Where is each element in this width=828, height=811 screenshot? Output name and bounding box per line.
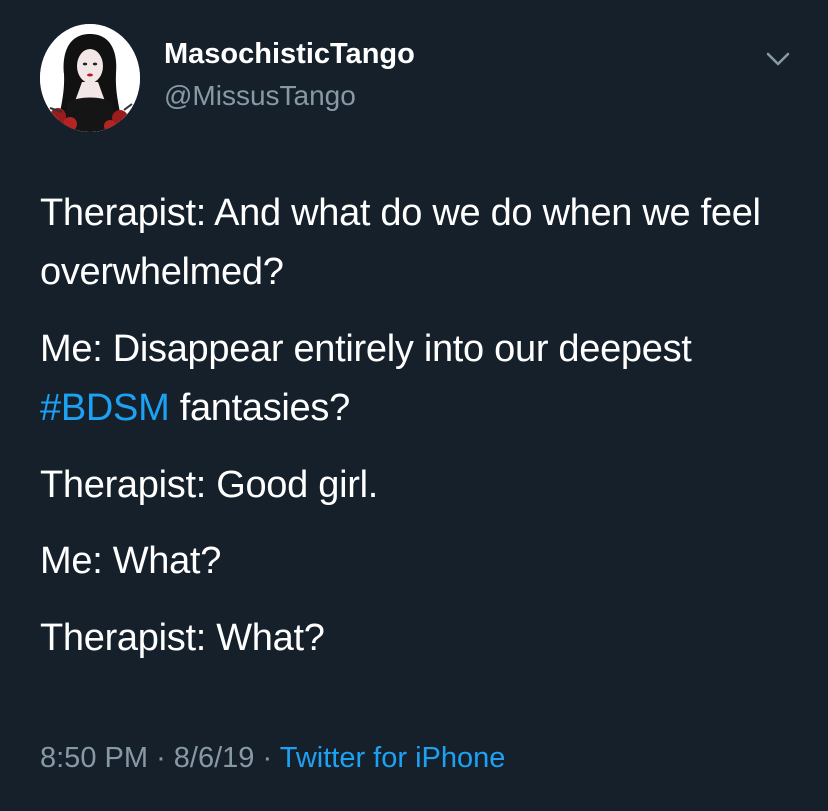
tweet-time[interactable]: 8:50 PM xyxy=(40,742,148,774)
chevron-down-icon[interactable] xyxy=(764,48,792,70)
tweet-line-text: Therapist: What? xyxy=(40,617,325,660)
tweet-line: Me: What? xyxy=(40,532,800,591)
meta-separator: · xyxy=(156,742,166,774)
tweet-line-text: Therapist: And what do we do when we fee… xyxy=(40,192,761,293)
hashtag-link[interactable]: #BDSM xyxy=(40,387,170,429)
tweet-line-text: Me: What? xyxy=(40,540,222,583)
tweet-line: Therapist: What? xyxy=(40,609,800,668)
tweet-line: Me: Disappear entirely into our deepest … xyxy=(40,320,800,438)
tweet-text: Therapist: And what do we do when we fee… xyxy=(40,184,800,686)
author-display-name[interactable]: MasochisticTango xyxy=(164,38,415,71)
tweet-line-text: fantasies? xyxy=(169,386,351,429)
author-handle[interactable]: @MissusTango xyxy=(164,80,356,112)
tweet-date[interactable]: 8/6/19 xyxy=(174,742,255,774)
profile-portrait-icon xyxy=(40,24,140,132)
meta-separator: · xyxy=(262,742,273,774)
tweet-source-link[interactable]: Twitter for iPhone xyxy=(280,742,506,774)
tweet-line: Therapist: Good girl. xyxy=(40,456,800,515)
tweet-line: Therapist: And what do we do when we fee… xyxy=(40,184,800,302)
tweet-meta: 8:50 PM · 8/6/19 · Twitter for iPhone xyxy=(40,742,505,775)
tweet-line-text: Me: Disappear entirely into our deepest xyxy=(40,327,692,370)
tweet-line-text: Therapist: Good girl. xyxy=(40,463,378,506)
avatar[interactable] xyxy=(40,24,140,132)
